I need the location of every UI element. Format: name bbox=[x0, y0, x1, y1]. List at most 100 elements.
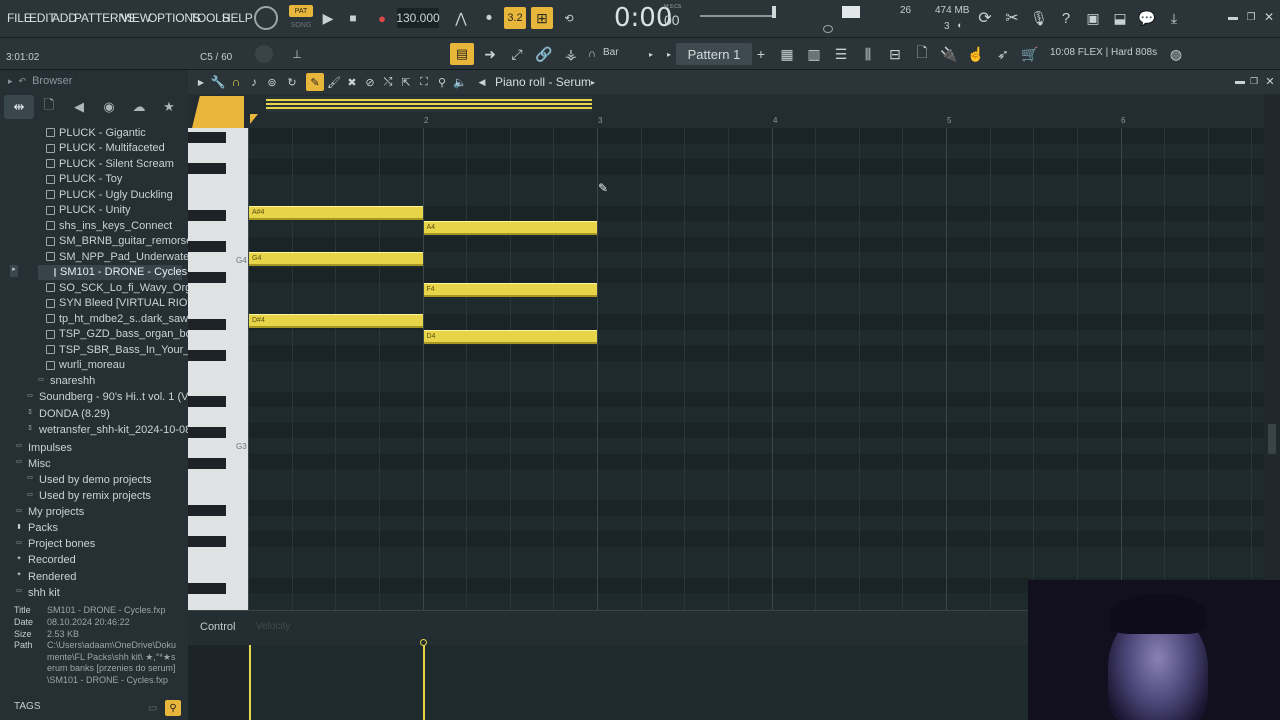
black-key[interactable] bbox=[188, 427, 226, 438]
browser-file-item[interactable]: SYN Bleed [VIRTUAL RIOT] bbox=[46, 296, 188, 312]
stamp-tool-icon[interactable]: ⊚ bbox=[264, 74, 280, 90]
browser-file-item[interactable]: wurli_moreau bbox=[46, 358, 125, 374]
step-edit-icon[interactable]: ⊞ bbox=[531, 7, 553, 29]
delete-tool-icon[interactable]: ✖ bbox=[344, 74, 360, 90]
black-key[interactable] bbox=[188, 319, 226, 330]
black-key[interactable] bbox=[188, 583, 226, 594]
pr-menu-arrow-icon[interactable]: ▶ bbox=[194, 74, 208, 90]
microphone-icon[interactable]: 🎙 bbox=[1029, 8, 1049, 28]
playlist-icon[interactable]: ▤ bbox=[450, 43, 474, 65]
browser-file-item[interactable]: PLUCK - Ugly Duckling bbox=[46, 187, 173, 203]
stop-icon[interactable]: ■ bbox=[343, 8, 363, 28]
play-icon[interactable]: ▶ bbox=[318, 8, 338, 28]
browser-folder-item[interactable]: ▭ Misc bbox=[14, 456, 50, 472]
minimize-icon[interactable]: ▬ bbox=[1226, 10, 1240, 24]
browser-file-item[interactable]: SM_NPP_Pad_UnderwaterVibe bbox=[46, 249, 188, 265]
folder-small-icon[interactable]: ▭ bbox=[148, 703, 157, 714]
pin-icon[interactable]: ⊥ bbox=[290, 47, 304, 61]
snap-select[interactable]: Bar bbox=[603, 47, 619, 58]
control-label[interactable]: Control bbox=[200, 621, 235, 633]
cut-icon[interactable]: ✂ bbox=[1002, 8, 1022, 28]
browser-file-item[interactable]: PLUCK - Silent Scream bbox=[46, 156, 174, 172]
close-icon[interactable]: ✕ bbox=[1262, 10, 1276, 24]
browser-folder-item[interactable]: ▭ snareshh bbox=[36, 374, 95, 390]
file-icon[interactable]: 🗋 bbox=[911, 44, 933, 64]
record-icon[interactable]: ● bbox=[372, 8, 392, 28]
select-tool-icon[interactable]: ⇱ bbox=[398, 74, 414, 90]
target-arrow-icon[interactable]: ◀ bbox=[476, 74, 488, 90]
black-key[interactable] bbox=[188, 272, 226, 283]
midi-note[interactable]: D#4 bbox=[249, 314, 423, 328]
browser-folder-item[interactable]: ▭ shh kit bbox=[14, 585, 60, 600]
pat-mode-button[interactable]: PAT bbox=[289, 5, 313, 17]
speaker-tab-icon[interactable]: ◀ bbox=[64, 95, 94, 119]
menu-file[interactable]: FILE bbox=[7, 11, 32, 25]
arrow-right-icon[interactable]: ➜ bbox=[479, 44, 501, 64]
pr-maximize-icon[interactable]: ❐ bbox=[1248, 74, 1260, 88]
add-pattern-icon[interactable]: + bbox=[754, 45, 768, 63]
master-volume-knob-icon[interactable] bbox=[254, 6, 278, 30]
browser-file-item[interactable]: PLUCK - Unity bbox=[46, 203, 131, 219]
render-icon[interactable]: ⬓ bbox=[1110, 8, 1130, 28]
black-key[interactable] bbox=[188, 210, 226, 221]
black-key[interactable] bbox=[188, 458, 226, 469]
wrench-icon[interactable]: 🔧 bbox=[210, 74, 226, 90]
files-tab-icon[interactable]: 🗋 bbox=[34, 95, 64, 119]
mute-tool-icon[interactable]: ⊘ bbox=[362, 74, 378, 90]
link-icon[interactable]: 🔗 bbox=[533, 44, 555, 64]
velocity-label[interactable]: Velocity bbox=[256, 621, 290, 632]
black-key[interactable] bbox=[188, 536, 226, 547]
wait-input-icon[interactable]: ⏺ bbox=[478, 8, 500, 28]
browser-folder-item[interactable]: ▭ Soundberg - 90's Hi..t vol. 1 (Vintage) bbox=[25, 390, 188, 406]
magnet-snap-icon[interactable]: ∩ bbox=[228, 74, 244, 90]
vertical-scrollbar[interactable] bbox=[1264, 94, 1280, 610]
news-ticker[interactable]: 10:08 FLEX | Hard 808s bbox=[1050, 47, 1157, 58]
search-icon[interactable]: ⚲ bbox=[165, 700, 181, 716]
title-dropdown-icon[interactable]: ▸ bbox=[588, 74, 598, 90]
plugin-icon[interactable]: 🔌 bbox=[938, 44, 960, 64]
all-tab-icon[interactable]: ⇹ bbox=[4, 95, 34, 119]
timeline-ruler[interactable]: 2 3 4 5 6 bbox=[188, 94, 1264, 128]
song-mode-button[interactable]: SONG bbox=[289, 19, 313, 31]
help-icon[interactable]: ? bbox=[1056, 8, 1076, 28]
midi-note[interactable]: A#4 bbox=[249, 205, 423, 220]
zoom-tool-icon[interactable]: ⚲ bbox=[434, 74, 450, 90]
browser-folder-item[interactable]: ▭ My projects bbox=[14, 504, 84, 520]
chat-icon[interactable]: 💬 bbox=[1137, 8, 1157, 28]
browser-folder-item[interactable]: ▯ wetransfer_shh-kit_2024-10-08_1813 bbox=[25, 422, 188, 438]
master-pitch-slider[interactable] bbox=[700, 15, 775, 17]
cloud-tab-icon[interactable]: ☁ bbox=[124, 95, 154, 119]
piano-keyboard[interactable]: G4 G3 bbox=[188, 128, 248, 610]
slice-tool-icon[interactable]: ⤭ bbox=[380, 74, 396, 90]
small-knob-icon[interactable] bbox=[823, 25, 833, 33]
velocity-bar[interactable] bbox=[249, 645, 251, 720]
undo-history-icon[interactable]: ⟳ bbox=[975, 8, 995, 28]
save-icon[interactable]: ▣ bbox=[1083, 8, 1103, 28]
browser-folder-item[interactable]: ▮ Packs bbox=[14, 521, 58, 537]
playhead-marker[interactable] bbox=[250, 114, 258, 124]
pattern-selector[interactable]: Pattern 1 bbox=[676, 43, 752, 65]
black-key[interactable] bbox=[188, 350, 226, 361]
velocity-handle[interactable] bbox=[420, 639, 427, 646]
browser-file-item[interactable]: SM_BRNB_guitar_remorse bbox=[46, 234, 188, 250]
mixer-icon[interactable]: ⫼ bbox=[857, 44, 879, 64]
browser-icon[interactable]: ⊟ bbox=[884, 44, 906, 64]
midi-note[interactable]: F4 bbox=[423, 283, 597, 297]
browser-file-item[interactable]: SO_SCK_Lo_fi_Wavy_Organ_Vinyl bbox=[46, 280, 188, 296]
tool-arrow-icon[interactable] bbox=[192, 96, 244, 128]
tempo-display[interactable]: 130.000 bbox=[396, 8, 440, 28]
browser-file-item[interactable]: tp_ht_mdbe2_s..dark_saw_pluck bbox=[46, 311, 188, 327]
browser-back-icon[interactable]: ↶ bbox=[19, 76, 27, 87]
bird-icon[interactable]: ➶ bbox=[992, 44, 1014, 64]
browser-file-item[interactable]: SM101 - DRONE - Cycles bbox=[38, 264, 187, 280]
browser-file-item[interactable]: PLUCK - Gigantic bbox=[46, 125, 146, 141]
midi-note[interactable]: G4 bbox=[249, 252, 423, 266]
black-key[interactable] bbox=[188, 241, 226, 252]
browser-folder-item[interactable]: ▯ DONDA (8.29) bbox=[25, 406, 110, 422]
download-icon[interactable]: ⤓ bbox=[1164, 8, 1184, 28]
tree-scroll-marker[interactable]: ▸ bbox=[10, 265, 18, 277]
browser-folder-item[interactable]: ▭ Used by demo projects bbox=[25, 472, 151, 488]
browser-folder-item[interactable]: ▭ Impulses bbox=[14, 440, 72, 456]
browser-file-item[interactable]: shs_ins_keys_Connect bbox=[46, 218, 172, 234]
browser-folder-item[interactable]: ✦ Rendered bbox=[14, 569, 76, 585]
